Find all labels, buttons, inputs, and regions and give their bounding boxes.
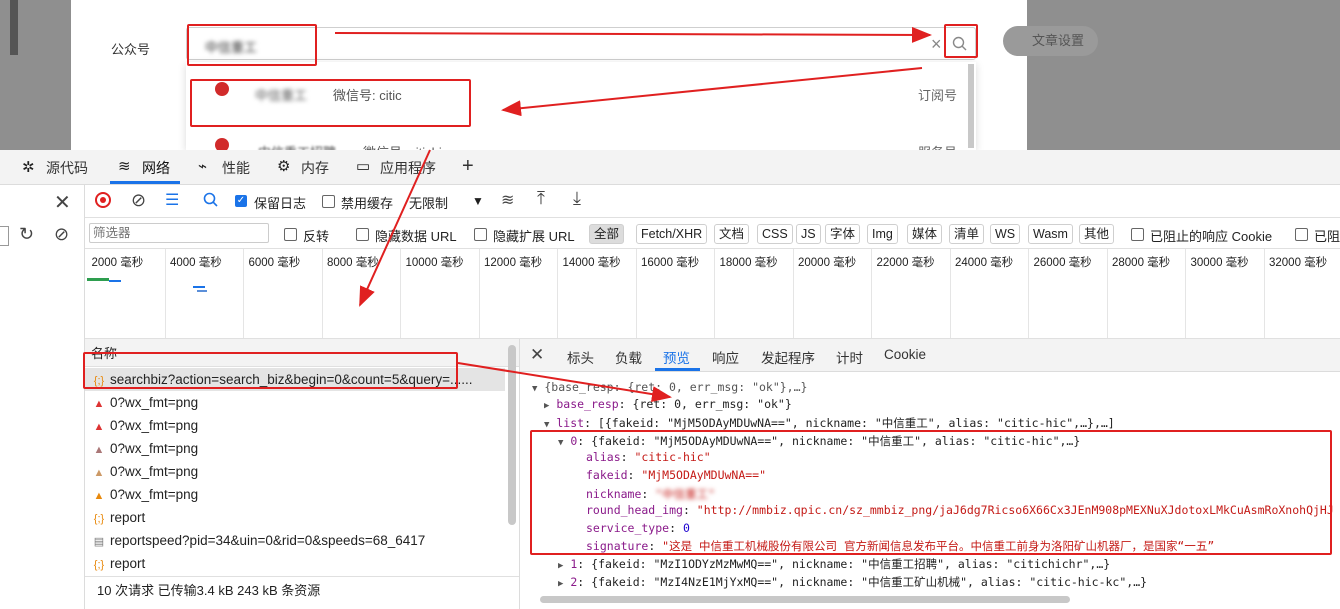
annotation-arrows <box>334 26 932 403</box>
